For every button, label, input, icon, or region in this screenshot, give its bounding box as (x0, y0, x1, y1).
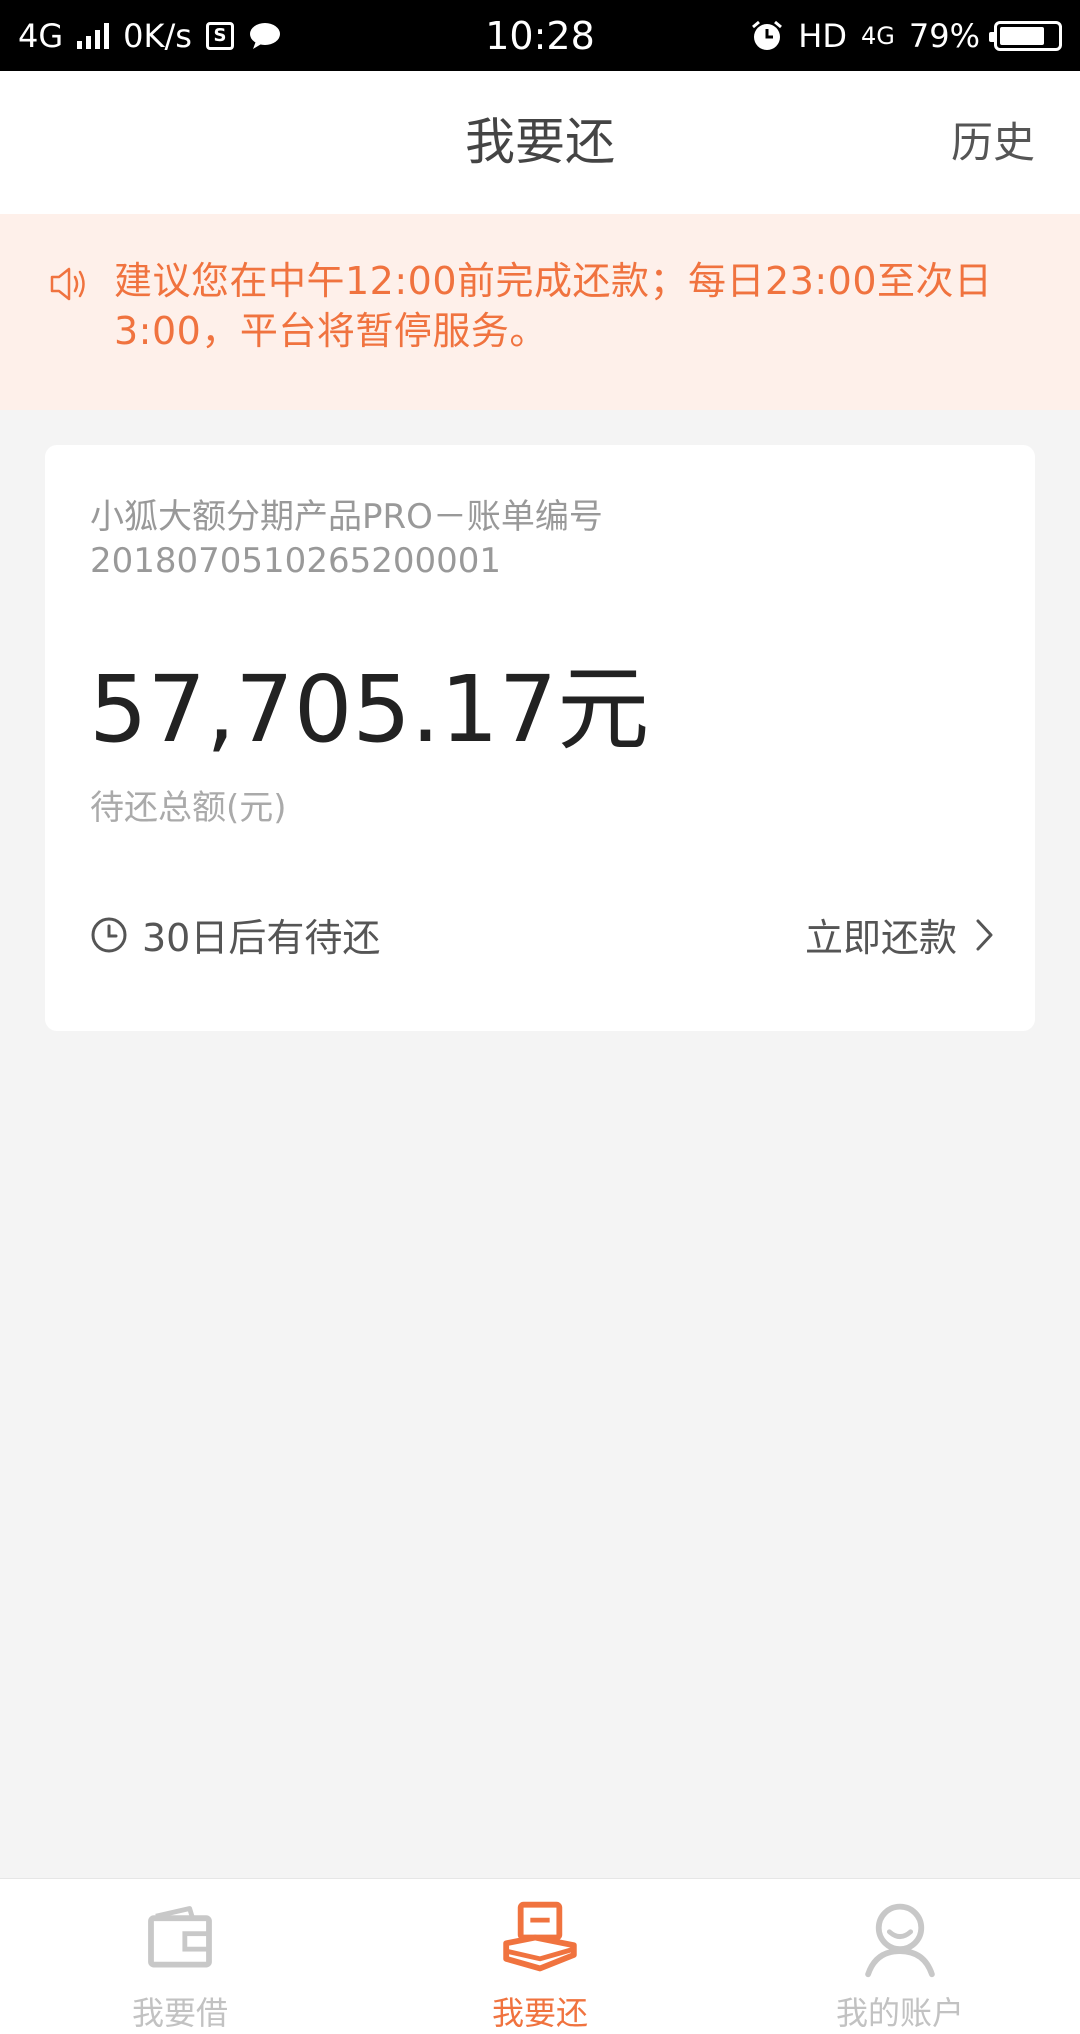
history-button[interactable]: 历史 (951, 71, 1035, 214)
s-app-icon: S (205, 21, 234, 50)
message-icon (249, 22, 280, 49)
user-icon (865, 1903, 935, 1978)
bottom-tab-bar: 我要借 我要还 我的账户 (0, 1878, 1080, 2034)
speaker-icon (50, 267, 85, 301)
notice-banner: 建议您在中午12:00前完成还款；每日23:00至次日3:00，平台将暂停服务。 (0, 214, 1080, 410)
alarm-icon (752, 20, 783, 50)
outstanding-amount: 57,705.17元 (89, 656, 650, 763)
battery-percent: 79% (908, 16, 980, 55)
tab-borrow-label: 我要借 (131, 1994, 228, 2032)
hd-indicator: HD (798, 16, 847, 55)
tab-account-label: 我的账户 (835, 1994, 964, 2032)
network-type-right: 4G (861, 21, 895, 50)
bill-card[interactable]: 小狐大额分期产品PRO－账单编号 2018070510265200001 57,… (45, 445, 1035, 1031)
bill-number: 2018070510265200001 (90, 541, 502, 581)
amount-label: 待还总额(元) (90, 788, 287, 828)
pay-now-button[interactable]: 立即还款 (805, 907, 995, 962)
battery-icon (989, 20, 1062, 51)
due-info: 30日后有待还 (90, 907, 380, 962)
repay-icon (503, 1901, 577, 1972)
status-bar: 4G 0K/s S 10:28 HD 4G 79% (0, 0, 1080, 71)
tab-account[interactable]: 我的账户 (720, 1879, 1080, 2034)
chevron-right-icon (976, 919, 993, 950)
notice-text: 建议您在中午12:00前完成还款；每日23:00至次日3:00，平台将暂停服务。 (114, 259, 993, 353)
bill-product-label: 小狐大额分期产品PRO－账单编号 (90, 497, 603, 537)
tab-repay-label: 我要还 (491, 1994, 588, 2032)
nav-header: 我要还 历史 (0, 71, 1080, 214)
clock-icon (91, 917, 127, 952)
tab-borrow[interactable]: 我要借 (0, 1879, 360, 2034)
network-type: 4G (18, 16, 64, 55)
wallet-icon (148, 1906, 212, 1968)
signal-icon (77, 22, 110, 49)
tab-repay[interactable]: 我要还 (360, 1879, 720, 2034)
pay-now-label: 立即还款 (804, 916, 957, 960)
due-text: 30日后有待还 (142, 916, 381, 960)
page-title: 我要还 (465, 113, 615, 171)
network-speed: 0K/s (123, 16, 192, 55)
